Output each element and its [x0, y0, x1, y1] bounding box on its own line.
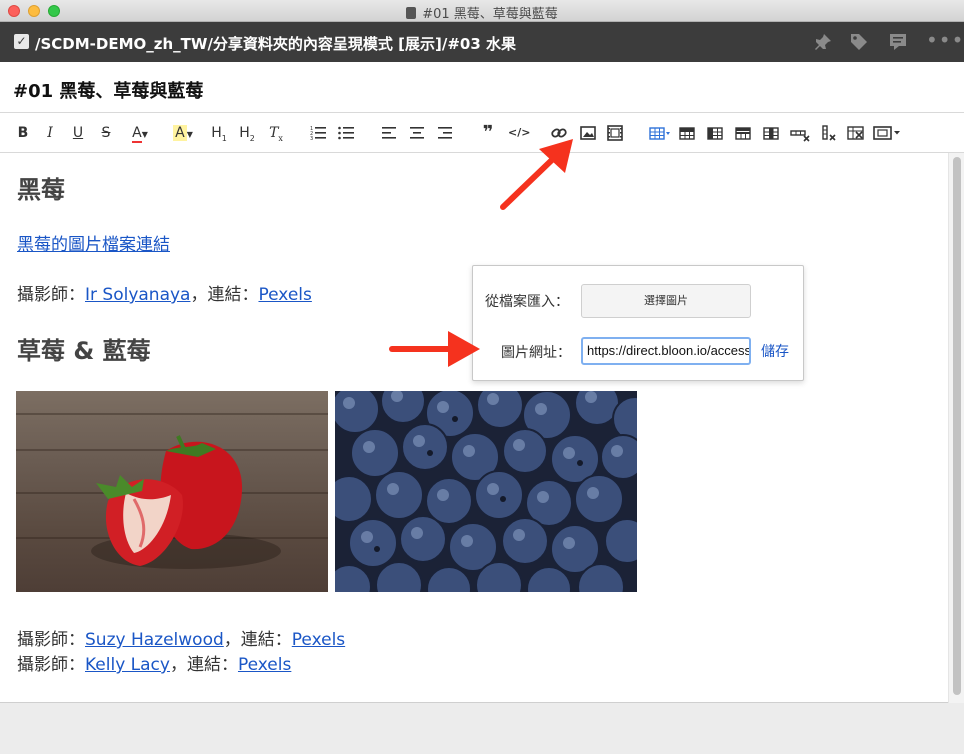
ordered-list-icon[interactable]: 123: [310, 123, 326, 143]
heading-strawberry-blueberry: 草莓 & 藍莓: [17, 337, 151, 365]
align-right-icon[interactable]: [437, 123, 453, 143]
highlight-label: A: [173, 125, 187, 141]
credit-mid: ，連結：: [223, 630, 292, 650]
font-color-button[interactable]: A▼: [127, 123, 153, 143]
photographer-link[interactable]: Ir Solyanaya: [85, 285, 190, 305]
photographer-link[interactable]: Suzy Hazelwood: [85, 630, 224, 650]
heading2-button[interactable]: H2: [238, 123, 256, 143]
pexels-link[interactable]: Pexels: [292, 630, 345, 650]
table-col-icon[interactable]: [707, 123, 723, 143]
annotation-arrow-icon: [500, 139, 573, 210]
heading1-label: H: [211, 125, 222, 141]
table-row-icon[interactable]: [679, 123, 695, 143]
align-left-icon[interactable]: [381, 123, 397, 143]
strawberry-image[interactable]: [16, 391, 328, 592]
video-icon[interactable]: [607, 123, 623, 143]
quote-icon[interactable]: ❞: [480, 123, 496, 143]
credit-prefix: 攝影師：: [17, 630, 85, 650]
heading1-button[interactable]: H1: [210, 123, 228, 143]
table-header-icon[interactable]: [735, 123, 751, 143]
credit-prefix: 攝影師：: [17, 655, 85, 675]
pexels-link[interactable]: Pexels: [258, 285, 311, 305]
font-color-label: A: [132, 125, 142, 143]
blueberry-illustration: [335, 391, 637, 592]
credit-line-3: 攝影師：Kelly Lacy，連結：Pexels: [17, 650, 291, 675]
breadcrumb[interactable]: /SCDM-DEMO_zh_TW/分享資料夾的內容呈現模式 [展示]/#03 水…: [35, 33, 516, 54]
editor-scrollbar[interactable]: [948, 153, 964, 703]
pexels-link[interactable]: Pexels: [238, 655, 291, 675]
tag-icon[interactable]: [849, 32, 869, 52]
delete-table-icon[interactable]: [847, 123, 865, 143]
window-title: #01 黑莓、草莓與藍莓: [0, 3, 964, 22]
scrollbar-thumb[interactable]: [953, 157, 961, 695]
underline-button[interactable]: U: [71, 123, 85, 143]
strawberry-illustration: [91, 435, 281, 569]
delete-col-icon[interactable]: [821, 123, 837, 143]
clear-format-button[interactable]: Tx: [267, 123, 285, 143]
embed-icon[interactable]: [873, 123, 903, 143]
chevron-down-icon: ▼: [186, 130, 193, 139]
credit-mid: ，連結：: [190, 285, 259, 305]
window-titlebar: #01 黑莓、草莓與藍莓: [0, 0, 964, 22]
highlight-button[interactable]: A ▼: [169, 123, 197, 143]
editor-toolbar: B I U S A▼ A ▼ H1 H2 Tx 123 ❞ </>: [0, 112, 964, 153]
photographer-link[interactable]: Kelly Lacy: [85, 655, 170, 675]
comment-icon[interactable]: [888, 32, 908, 52]
note-path-header: ✓ /SCDM-DEMO_zh_TW/分享資料夾的內容呈現模式 [展示]/#03…: [0, 22, 964, 62]
credit-line-2: 攝影師：Suzy Hazelwood，連結：Pexels: [17, 625, 345, 650]
image-url-label: 圖片網址：: [501, 345, 571, 361]
bold-button[interactable]: B: [16, 123, 30, 143]
chevron-down-icon: ▼: [141, 130, 148, 139]
note-editor[interactable]: 黑莓 黑莓的圖片檔案連結 攝影師：Ir Solyanaya，連結：Pexels …: [0, 153, 964, 703]
blackberry-link[interactable]: 黑莓的圖片檔案連結: [17, 235, 170, 255]
table-icon[interactable]: [649, 123, 671, 143]
note-title-area: #01 黑莓、草莓與藍莓: [0, 62, 964, 112]
checkbox-icon[interactable]: ✓: [14, 34, 29, 49]
align-center-icon[interactable]: [409, 123, 425, 143]
save-link[interactable]: 儲存: [761, 341, 789, 361]
heading2-label: H: [239, 125, 250, 141]
window-title-text: #01 黑莓、草莓與藍莓: [422, 7, 558, 22]
credit-line-1: 攝影師：Ir Solyanaya，連結：Pexels: [17, 280, 312, 305]
pin-icon[interactable]: [813, 32, 833, 52]
svg-text:3: 3: [310, 136, 313, 142]
blackberry-image-link: 黑莓的圖片檔案連結: [17, 230, 170, 255]
file-import-label: 從檔案匯入：: [485, 294, 569, 310]
credit-prefix: 攝影師：: [17, 285, 85, 305]
insert-image-popover: 從檔案匯入： 選擇圖片 圖片網址： https://direct.bloon.i…: [472, 265, 804, 381]
annotation-arrow-icon: [389, 331, 480, 367]
strikethrough-button[interactable]: S: [99, 123, 113, 143]
image-url-input[interactable]: https://direct.bloon.io/access: [581, 337, 751, 365]
italic-button[interactable]: I: [43, 123, 57, 143]
bullet-list-icon[interactable]: [338, 123, 354, 143]
blueberry-image[interactable]: [335, 391, 637, 592]
table-merge-icon[interactable]: [763, 123, 779, 143]
more-icon[interactable]: •••: [926, 30, 963, 52]
credit-mid: ，連結：: [169, 655, 238, 675]
clear-format-label: T: [269, 125, 279, 141]
choose-image-button[interactable]: 選擇圖片: [581, 284, 751, 318]
delete-row-icon[interactable]: [790, 123, 810, 143]
heading-blackberry: 黑莓: [17, 176, 65, 204]
document-icon: [406, 7, 417, 19]
note-title[interactable]: #01 黑莓、草莓與藍莓: [13, 77, 203, 103]
